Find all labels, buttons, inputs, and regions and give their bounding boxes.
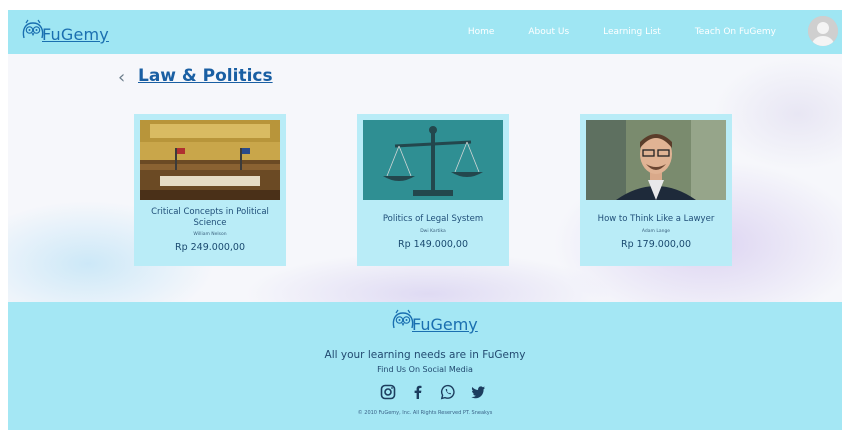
courtroom-image-icon	[140, 120, 280, 200]
user-avatar[interactable]	[808, 16, 838, 46]
brand-logo[interactable]: FuGemy	[20, 18, 109, 44]
instagram-icon[interactable]	[379, 383, 397, 401]
footer-tagline: All your learning needs are in FuGemy	[324, 349, 526, 361]
course-price: Rp 179.000,00	[620, 239, 692, 250]
footer-social-heading: Find Us On Social Media	[377, 365, 473, 374]
nav-home[interactable]: Home	[468, 27, 495, 37]
social-links	[379, 383, 487, 401]
whatsapp-icon[interactable]	[439, 383, 457, 401]
nav-teach-on-fugemy[interactable]: Teach On FuGemy	[695, 27, 776, 37]
course-title: Politics of Legal System	[382, 214, 484, 224]
main-nav: Home About Us Learning List Teach On FuG…	[434, 10, 776, 54]
course-author: Dwi Kartika	[420, 229, 446, 234]
site-footer: FuGemy All your learning needs are in Fu…	[8, 302, 842, 430]
brand-name: FuGemy	[42, 25, 109, 44]
twitter-icon[interactable]	[469, 383, 487, 401]
course-price: Rp 249.000,00	[174, 242, 246, 253]
page-title[interactable]: Law & Politics	[138, 66, 273, 86]
course-thumbnail	[363, 120, 503, 200]
scales-of-justice-image-icon	[363, 120, 503, 200]
footer-logo[interactable]: FuGemy	[390, 308, 478, 334]
course-author: Adam Lange	[641, 229, 671, 234]
category-section: ‹ Law & Politics Critical Concepts in Po…	[8, 54, 842, 302]
user-avatar-icon	[808, 16, 838, 46]
course-title: How to Think Like a Lawyer	[597, 214, 715, 224]
course-price: Rp 149.000,00	[397, 239, 469, 250]
app-frame: FuGemy Home About Us Learning List Teach…	[8, 10, 842, 430]
facebook-icon[interactable]	[409, 383, 427, 401]
chevron-left-icon[interactable]: ‹	[118, 69, 125, 87]
nav-learning-list[interactable]: Learning List	[603, 27, 661, 37]
top-navbar: FuGemy Home About Us Learning List Teach…	[8, 10, 842, 54]
course-card[interactable]: Politics of Legal System Dwi Kartika Rp …	[357, 114, 509, 266]
footer-brand-name: FuGemy	[412, 315, 478, 334]
course-author: William Nelson	[193, 232, 227, 237]
course-title: Critical Concepts in Political Science	[151, 207, 269, 228]
course-thumbnail	[586, 120, 726, 200]
course-card[interactable]: Critical Concepts in Political Science W…	[134, 114, 286, 266]
nav-about-us[interactable]: About Us	[528, 27, 569, 37]
course-thumbnail	[140, 120, 280, 200]
lawyer-portrait-image-icon	[586, 120, 726, 200]
copyright-text: © 2010 FuGemy, Inc. All Rights Reserved …	[357, 410, 493, 416]
course-card[interactable]: How to Think Like a Lawyer Adam Lange Rp…	[580, 114, 732, 266]
